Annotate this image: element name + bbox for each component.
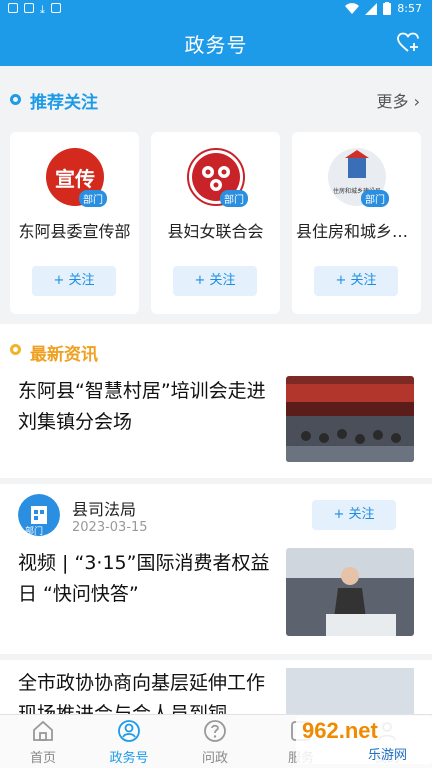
notification-icon (24, 3, 34, 13)
question-icon (204, 720, 226, 742)
latest-news-title: 最新资讯 (30, 345, 98, 365)
page-title: 政务号 (184, 33, 248, 57)
tab-home[interactable]: 首页 (0, 715, 86, 768)
notification-icon (8, 3, 18, 13)
tab-inquiry[interactable]: 问政 (172, 715, 258, 768)
download-icon: ⤓ (40, 3, 45, 16)
recommend-title: 推荐关注 (30, 93, 98, 113)
battery-icon (383, 2, 392, 15)
department-badge: 部门 (22, 524, 47, 536)
tab-label: 首页 (29, 751, 56, 766)
gov-account-icon (118, 720, 140, 742)
wifi-icon (345, 2, 360, 14)
recommend-section: 推荐关注 更多 › 宣传 部门 东阿县委宣传部 + 关注 部门 县妇女联合会 +… (0, 66, 432, 316)
card-name: 东阿县委宣传部 (18, 222, 131, 241)
meeting-photo (286, 376, 414, 462)
news-item: 全市政协协商向基层延伸工作现场推进会与会人员到铜 (0, 660, 432, 720)
card-name: 县住房和城乡建... (296, 222, 421, 241)
post-thumbnail[interactable] (286, 548, 414, 636)
watermark-sub: 乐游网 (368, 748, 408, 763)
notification-icon (50, 3, 61, 13)
recommend-cards: 宣传 部门 东阿县委宣传部 + 关注 部门 县妇女联合会 + 关注 住房和城乡建… (10, 132, 422, 314)
follow-button[interactable]: + 关注 (173, 266, 257, 296)
card-name: 县妇女联合会 (167, 222, 264, 241)
news-headline[interactable]: 东阿县“智慧村居”培训会走进刘集镇分会场 (18, 376, 276, 438)
latest-news-section: 最新资讯 东阿县“智慧村居”培训会走进刘集镇分会场 (0, 324, 432, 478)
logo-text: 宣传 (55, 167, 95, 191)
tab-label: 政务号 (109, 751, 149, 766)
department-badge: 部门 (79, 190, 107, 207)
follow-button[interactable]: + 关注 (314, 266, 398, 296)
post-date: 2023-03-15 (72, 520, 148, 535)
app-header: 政务号 (0, 18, 432, 66)
signal-icon (365, 2, 378, 15)
section-dot-icon (10, 94, 21, 105)
video-photo (286, 548, 414, 636)
clock: 8:57 (397, 2, 422, 15)
tab-gov-account[interactable]: 政务号 (86, 715, 172, 768)
recommend-card[interactable]: 住房和城乡建设局 部门 县住房和城乡建... + 关注 (292, 132, 421, 314)
section-dot-icon (10, 344, 21, 355)
more-link-label: 更多 (376, 92, 409, 111)
post-headline[interactable]: 视频 | “3·15”国际消费者权益日 “快问快答” (18, 548, 276, 610)
department-badge: 部门 (361, 190, 389, 207)
recommend-card[interactable]: 宣传 部门 东阿县委宣传部 + 关注 (10, 132, 139, 314)
department-badge: 部门 (220, 190, 248, 207)
news-thumbnail[interactable] (286, 376, 414, 462)
post-author[interactable]: 县司法局 (72, 496, 136, 520)
follow-button[interactable]: + 关注 (312, 500, 396, 530)
post2-thumbnail[interactable] (286, 668, 414, 720)
avatar[interactable]: 部门 (18, 494, 60, 536)
follow-button[interactable]: + 关注 (32, 266, 116, 296)
watermark-brand: 962.net (302, 718, 378, 743)
chevron-right-icon: › (413, 92, 420, 111)
follow-heart-icon[interactable] (396, 30, 420, 54)
recommend-header: 推荐关注 更多 › (0, 82, 432, 116)
watermark: 962.net 乐游网 (296, 716, 432, 764)
status-bar: ⤓ 8:57 (0, 0, 432, 18)
home-icon (33, 720, 53, 741)
tab-label: 问政 (201, 751, 228, 766)
recommend-card[interactable]: 部门 县妇女联合会 + 关注 (151, 132, 280, 314)
post2-headline[interactable]: 全市政协协商向基层延伸工作现场推进会与会人员到铜 (18, 668, 276, 720)
account-post: 部门 县司法局 2023-03-15 + 关注 视频 | “3·15”国际消费者… (0, 484, 432, 654)
more-link[interactable]: 更多 › (376, 88, 420, 112)
building-icon (345, 150, 369, 178)
